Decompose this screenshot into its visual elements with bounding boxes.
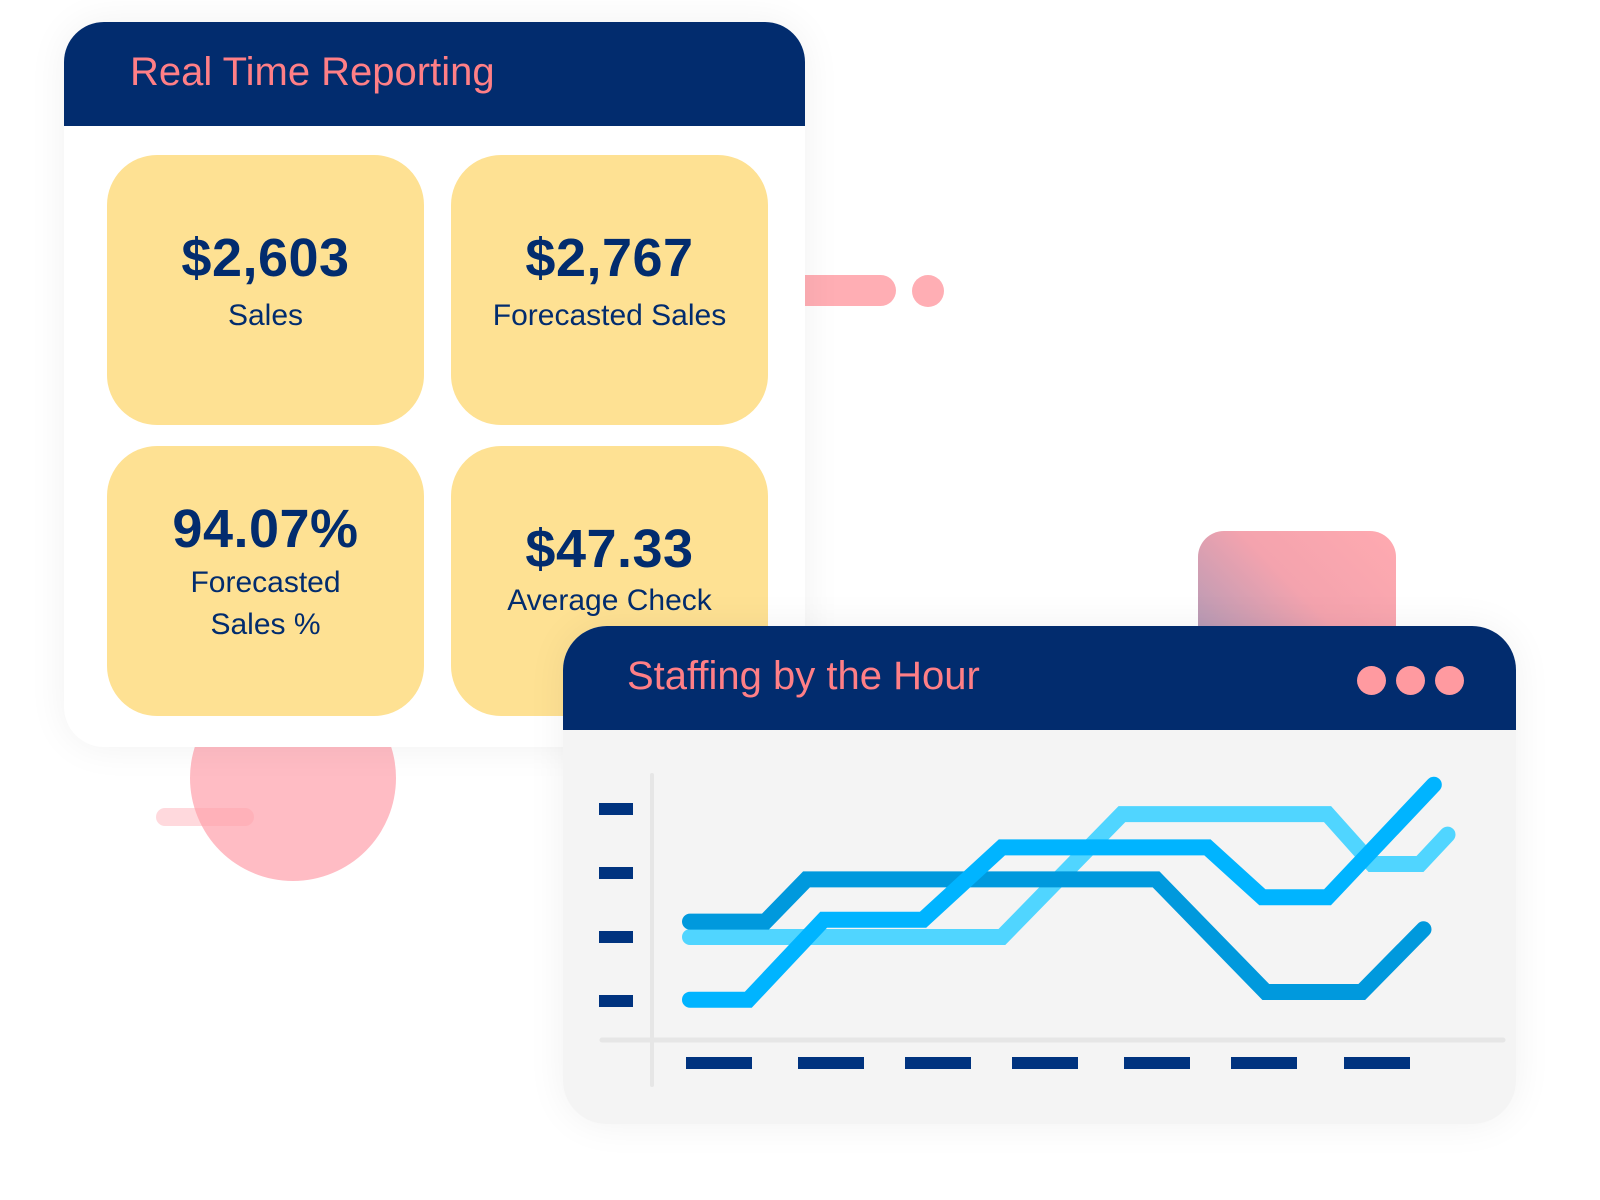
dot-1 [1357, 666, 1386, 695]
x-tick-label-4 [1012, 1057, 1078, 1069]
x-tick-label-1 [686, 1057, 752, 1069]
x-tick-label-7 [1344, 1057, 1410, 1069]
pink-bar-decoration [156, 808, 254, 826]
tile-value: 94.07% [172, 499, 359, 559]
tile-value: $2,767 [525, 228, 694, 288]
tile-label: Forecasted Sales [492, 299, 727, 332]
staffing-card-title: Staffing by the Hour [627, 654, 980, 698]
tile-value: $2,603 [181, 228, 350, 288]
tile-label-line-1: Forecasted [190, 566, 341, 599]
tile-label-line-2: Sales % [210, 608, 321, 641]
x-tick-label-6 [1231, 1057, 1297, 1069]
sales-tile[interactable]: $2,603 Sales [107, 155, 424, 425]
y-tick-label-3 [599, 867, 633, 879]
y-tick-label-2 [599, 931, 633, 943]
more-dots-icon[interactable] [1357, 666, 1464, 695]
tile-label: Sales [227, 299, 304, 332]
tile-label: Average Check [507, 584, 712, 617]
y-tick-label-1 [599, 995, 633, 1007]
staffing-by-hour-card: Staffing by the Hour [563, 626, 1516, 1124]
x-tick-label-2 [798, 1057, 864, 1069]
pink-dot-decoration [912, 275, 944, 307]
staffing-line-chart [599, 773, 1506, 1087]
staffing-card-header: Staffing by the Hour [563, 626, 1516, 730]
tile-value: $47.33 [525, 519, 694, 579]
dot-3 [1435, 666, 1464, 695]
report-card-header: Real Time Reporting [64, 22, 805, 126]
x-tick-label-3 [905, 1057, 971, 1069]
x-tick-label-5 [1124, 1057, 1190, 1069]
dot-2 [1396, 666, 1425, 695]
report-card-title: Real Time Reporting [130, 50, 495, 94]
y-tick-label-4 [599, 803, 633, 815]
forecasted-sales-percent-tile[interactable]: 94.07% Forecasted Sales % [107, 446, 424, 716]
forecasted-sales-tile[interactable]: $2,767 Forecasted Sales [451, 155, 768, 425]
